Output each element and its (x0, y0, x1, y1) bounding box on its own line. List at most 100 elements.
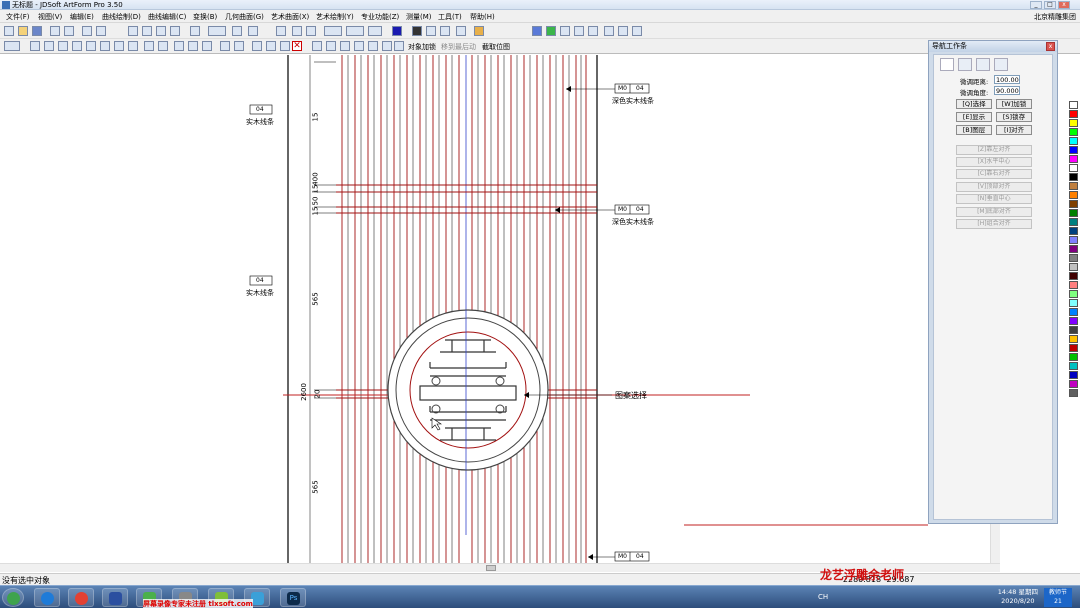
color-swatch[interactable] (1069, 200, 1078, 208)
crosshair-icon[interactable] (190, 26, 200, 36)
weld-icon[interactable] (252, 41, 262, 51)
cut-icon[interactable] (128, 26, 138, 36)
color-swatch[interactable] (1069, 245, 1078, 253)
layer-button[interactable]: [B]图层 (956, 125, 992, 135)
drawing-canvas[interactable]: 15 400 15 50 15 565 2600 20 565 04 实木线条 … (0, 55, 1000, 563)
tab-tools-icon[interactable] (994, 58, 1008, 71)
color-swatch[interactable] (1069, 371, 1078, 379)
boolean-subtract-icon[interactable] (188, 41, 198, 51)
view-dropdown-icon[interactable] (208, 26, 226, 36)
minimize-button[interactable]: _ (1030, 1, 1042, 9)
line-style-icon[interactable] (324, 26, 342, 36)
fine-angle-input[interactable]: 90.000 (994, 86, 1020, 95)
color-swatch[interactable] (1069, 101, 1078, 109)
shade-icon[interactable] (412, 26, 422, 36)
color-swatch[interactable] (1069, 380, 1078, 388)
object-lock-button[interactable]: 对象加锁 (408, 42, 436, 52)
color-swatch[interactable] (1069, 317, 1078, 325)
color-swatch[interactable] (1069, 344, 1078, 352)
color-swatch[interactable] (1069, 290, 1078, 298)
show-button[interactable]: [E]显示 (956, 112, 992, 122)
snap-tangent-icon[interactable] (128, 41, 138, 51)
snap-cross-icon[interactable] (72, 41, 82, 51)
align-icon[interactable] (574, 26, 584, 36)
delete-x-icon[interactable]: ✕ (292, 41, 302, 51)
panel-close-button[interactable]: x (1046, 42, 1055, 51)
color-swatch[interactable] (1069, 164, 1078, 172)
color-swatch[interactable] (1069, 335, 1078, 343)
node-icon[interactable] (560, 26, 570, 36)
back-icon[interactable] (618, 26, 628, 36)
hand-icon[interactable] (474, 26, 484, 36)
snap-perpendicular-icon[interactable] (114, 41, 124, 51)
color-swatch[interactable] (1069, 362, 1078, 370)
offset-icon[interactable] (280, 41, 290, 51)
check-snap-icon[interactable] (30, 41, 40, 51)
color-swatch[interactable] (1069, 146, 1078, 154)
render-icon[interactable] (426, 26, 436, 36)
menu-view[interactable]: 视图(V) (38, 12, 62, 22)
lock-button[interactable]: [W]加锁 (996, 99, 1032, 109)
boolean-union-icon[interactable] (174, 41, 184, 51)
color-swatch[interactable] (1069, 155, 1078, 163)
color-swatch[interactable] (1069, 389, 1078, 397)
forward-icon[interactable] (632, 26, 642, 36)
latch-button[interactable]: [S]锁存 (996, 112, 1032, 122)
snap-circle-icon[interactable] (100, 41, 110, 51)
clock[interactable]: 14:48 星期四 2020/8/20 (998, 588, 1038, 606)
line-tool-icon[interactable] (312, 41, 322, 51)
frame-icon[interactable] (354, 41, 364, 51)
pin-blue-icon[interactable] (532, 26, 542, 36)
tab-edit-icon[interactable] (958, 58, 972, 71)
extend-icon[interactable] (234, 41, 244, 51)
snap-midpoint-icon[interactable] (58, 41, 68, 51)
arrows-icon[interactable] (4, 41, 20, 51)
color-swatch[interactable] (1069, 353, 1078, 361)
color-swatch[interactable] (1069, 308, 1078, 316)
taskbar-chrome[interactable] (68, 588, 94, 607)
menu-geometry-surface[interactable]: 几何曲面(G) (225, 12, 264, 22)
color-swatch[interactable] (1069, 236, 1078, 244)
horizontal-center-button[interactable]: [X]水平中心 (956, 157, 1032, 167)
menu-file[interactable]: 文件(F) (6, 12, 30, 22)
menu-curve-draw[interactable]: 曲线绘制(D) (102, 12, 141, 22)
color-swatch[interactable] (1069, 182, 1078, 190)
start-button[interactable] (2, 588, 24, 607)
align-button[interactable]: [I]对齐 (996, 125, 1032, 135)
menu-help[interactable]: 帮助(H) (470, 12, 495, 22)
grid-icon[interactable] (292, 26, 302, 36)
group-align-button[interactable]: [H]组合对齐 (956, 219, 1032, 229)
color-swatch[interactable] (1069, 173, 1078, 181)
color-swatch[interactable] (1069, 209, 1078, 217)
menu-transform[interactable]: 变换(B) (193, 12, 217, 22)
close-window-button[interactable]: x (1058, 1, 1070, 9)
redo-icon[interactable] (96, 26, 106, 36)
refresh-icon[interactable] (604, 26, 614, 36)
taskbar-k-app[interactable] (34, 588, 60, 607)
wand-icon[interactable] (456, 26, 466, 36)
pen-icon[interactable] (306, 26, 316, 36)
rectangle-icon[interactable] (368, 41, 378, 51)
color-swatch[interactable] (1069, 272, 1078, 280)
taskbar-artform[interactable] (102, 588, 128, 607)
capture-bitmap-button[interactable]: 截取位图 (482, 42, 510, 52)
snap-center-icon[interactable] (86, 41, 96, 51)
group-icon[interactable] (588, 26, 598, 36)
menu-edit[interactable]: 编辑(E) (70, 12, 94, 22)
scroll-thumb[interactable] (486, 565, 496, 571)
color-swatch[interactable] (1069, 137, 1078, 145)
align-right-button[interactable]: [C]靠右对齐 (956, 169, 1032, 179)
mountain-icon[interactable] (382, 41, 392, 51)
pin-green-icon[interactable] (546, 26, 556, 36)
menu-tools[interactable]: 工具(T) (438, 12, 462, 22)
snap-grid-icon[interactable] (144, 41, 154, 51)
color-swatch[interactable] (1069, 128, 1078, 136)
color-swatch[interactable] (1069, 227, 1078, 235)
taskbar-photoshop[interactable]: Ps (280, 588, 306, 607)
table-icon[interactable] (340, 41, 350, 51)
color-swatch[interactable] (1069, 191, 1078, 199)
menu-professional[interactable]: 专业功能(Z) (361, 12, 399, 22)
vertical-center-button[interactable]: [N]垂直中心 (956, 194, 1032, 204)
color-swatch[interactable] (1069, 326, 1078, 334)
color-swatch[interactable] (1069, 119, 1078, 127)
